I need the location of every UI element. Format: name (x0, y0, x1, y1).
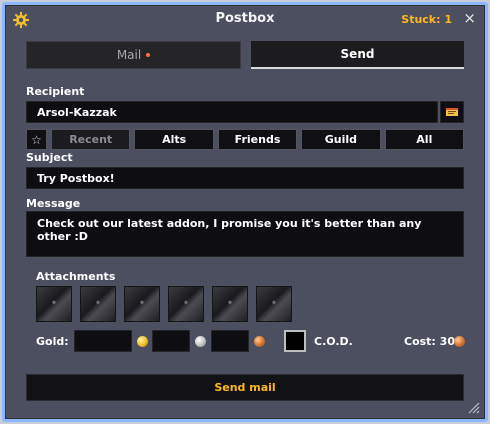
subject-input[interactable]: Try Postbox! (26, 167, 464, 189)
resize-grip-icon[interactable] (468, 402, 480, 414)
send-mail-button[interactable]: Send mail (26, 374, 464, 401)
cost-copper-coin-icon (454, 336, 465, 347)
gold-coin-icon (137, 336, 148, 347)
attachment-slot-3[interactable] (124, 286, 160, 322)
cod-label: C.O.D. (314, 335, 353, 348)
silver-coin-icon (195, 336, 206, 347)
gold-label: Gold: (36, 335, 69, 348)
message-value: Check out our latest addon, I promise yo… (37, 217, 422, 243)
title-bar[interactable]: Postbox Stuck: 1 × (6, 6, 484, 36)
gold-input[interactable] (74, 330, 132, 352)
stuck-counter[interactable]: Stuck: 1 (401, 13, 452, 26)
tab-mail-label: Mail (116, 48, 142, 62)
recipient-filters: ☆ Recent Alts Friends Guild All (26, 129, 465, 150)
mode-tabs: Mail Send (26, 41, 464, 69)
attachment-slot-4[interactable] (168, 286, 204, 322)
tab-mail[interactable]: Mail (26, 41, 241, 69)
filter-recent-button[interactable]: Recent (51, 129, 131, 150)
silver-input[interactable] (152, 330, 190, 352)
attachment-slot-1[interactable] (36, 286, 72, 322)
attachment-slot-2[interactable] (80, 286, 116, 322)
attachment-slots (36, 286, 292, 322)
star-icon[interactable]: ☆ (26, 129, 47, 150)
recipient-input[interactable]: Arsol-Kazzak (26, 101, 438, 123)
recipient-value: Arsol-Kazzak (37, 105, 117, 119)
attachments-label: Attachments (36, 270, 116, 283)
recipient-label: Recipient (26, 85, 85, 98)
tab-send[interactable]: Send (251, 41, 464, 69)
filter-alts-button[interactable]: Alts (134, 129, 214, 150)
attachment-slot-5[interactable] (212, 286, 248, 322)
copper-coin-icon (254, 336, 265, 347)
message-label: Message (26, 197, 81, 210)
postbox-panel: Postbox Stuck: 1 × Mail Send Recipient A… (5, 5, 485, 419)
close-icon[interactable]: × (463, 9, 476, 27)
subject-value: Try Postbox! (37, 171, 115, 185)
postbox-window-frame: Postbox Stuck: 1 × Mail Send Recipient A… (2, 2, 488, 422)
message-textarea[interactable]: Check out our latest addon, I promise yo… (26, 211, 464, 257)
attachment-slot-6[interactable] (256, 286, 292, 322)
cod-checkbox[interactable] (284, 330, 306, 352)
filter-friends-button[interactable]: Friends (217, 129, 298, 150)
filter-all-button[interactable]: All (384, 129, 465, 150)
subject-label: Subject (26, 151, 73, 164)
copper-input[interactable] (211, 330, 249, 352)
money-row: Gold: C.O.D. Cost: 30 (36, 330, 466, 354)
address-book-icon[interactable] (440, 101, 464, 123)
tab-send-label: Send (340, 47, 375, 61)
notification-dot-icon (146, 53, 151, 57)
filter-guild-button[interactable]: Guild (301, 129, 381, 150)
cost-label: Cost: 30 (404, 335, 455, 348)
